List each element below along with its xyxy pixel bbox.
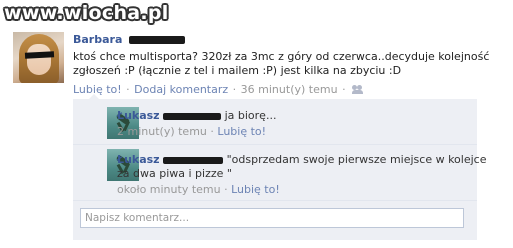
comment-input[interactable]: Napisz komentarz... [80, 208, 464, 228]
post-timestamp[interactable]: 36 minut(y) temu [241, 83, 338, 96]
redacted-surname [163, 112, 222, 120]
post-meta: Lubię to! · Dodaj komentarz · 36 minut(y… [73, 83, 364, 96]
meta-separator: · [232, 83, 237, 96]
comment-text-line2: za dwa piwa i pizze " [117, 167, 232, 180]
comment-text: ja biorę... [224, 109, 277, 122]
redacted-surname [163, 156, 224, 164]
comment-text-line1: "odsprzedam swoje pierwsze miejsce w kol… [226, 153, 487, 166]
redacted-surname [129, 36, 186, 44]
meta-separator: · [126, 83, 130, 96]
people-icon [352, 85, 364, 94]
comment-line: Łukasz ja biorę... [117, 109, 276, 122]
comment-like-button[interactable]: Lubię to! [231, 183, 280, 196]
meta-separator: · [210, 125, 214, 138]
comment-timestamp[interactable]: około minuty temu [117, 183, 221, 196]
author-avatar[interactable] [13, 32, 64, 83]
add-comment-link[interactable]: Dodaj komentarz [134, 83, 228, 96]
comment-like-button[interactable]: Lubię to! [217, 125, 266, 138]
post-author[interactable]: Barbara [73, 33, 186, 46]
comment-author[interactable]: Łukasz [117, 109, 160, 122]
comment-meta: 2 minut(y) temu · Lubię to! [117, 125, 266, 138]
avatar-face [27, 44, 51, 75]
comments-pointer [89, 94, 99, 99]
meta-separator: · [342, 83, 346, 96]
post-author-name[interactable]: Barbara [73, 33, 122, 46]
post-text: ktoś chce multisporta? 320zł za 3mc z gó… [73, 50, 490, 77]
comment-divider [73, 200, 477, 201]
meta-separator: · [224, 183, 228, 196]
comment-author[interactable]: Łukasz [117, 153, 160, 166]
comment-meta: około minuty temu · Lubię to! [117, 183, 280, 196]
comment-timestamp[interactable]: 2 minut(y) temu [117, 125, 207, 138]
comment-line: Łukasz "odsprzedam swoje pierwsze miejsc… [117, 153, 487, 166]
watermark-logo: www.wiocha.pl [4, 2, 169, 24]
comment-divider [73, 144, 477, 145]
